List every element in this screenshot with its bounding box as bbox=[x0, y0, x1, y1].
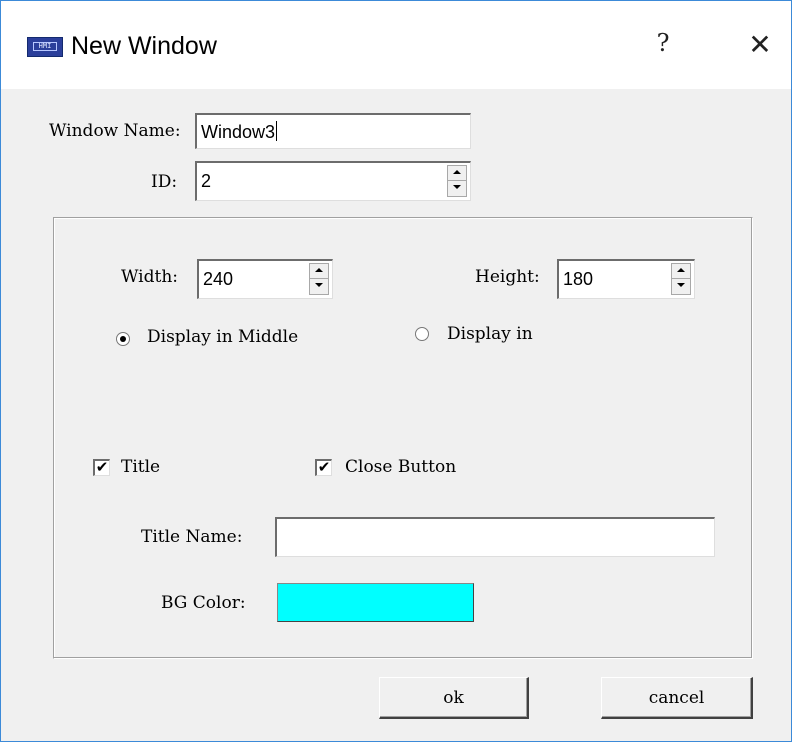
radio-selected-dot bbox=[120, 336, 126, 342]
cancel-button[interactable]: cancel bbox=[601, 677, 753, 719]
width-spin-up-icon[interactable] bbox=[310, 264, 328, 279]
title-name-label: Title Name: bbox=[141, 527, 243, 547]
window-name-value: Window3 bbox=[201, 122, 276, 142]
height-value: 180 bbox=[563, 269, 594, 289]
new-window-dialog: HMI New Window ? ✕ Window Name: Window3 … bbox=[0, 0, 792, 742]
id-spin-up-icon[interactable] bbox=[448, 166, 466, 181]
height-spin-up-icon[interactable] bbox=[672, 264, 690, 279]
bg-color-label: BG Color: bbox=[161, 593, 246, 613]
height-spin-down-icon[interactable] bbox=[672, 279, 690, 294]
id-input[interactable]: 2 bbox=[195, 161, 471, 201]
id-label: ID: bbox=[151, 172, 178, 192]
width-value: 240 bbox=[203, 269, 234, 289]
close-button-checkbox-label[interactable]: Close Button bbox=[345, 457, 456, 477]
id-spin-down-icon[interactable] bbox=[448, 181, 466, 196]
title-checkbox[interactable]: ✔ bbox=[93, 459, 110, 476]
window-title: New Window bbox=[71, 32, 217, 60]
title-bar: HMI New Window ? ✕ bbox=[1, 1, 791, 89]
display-in-radio[interactable] bbox=[415, 327, 429, 341]
title-checkbox-label[interactable]: Title bbox=[121, 457, 160, 477]
window-name-input[interactable]: Window3 bbox=[195, 113, 471, 149]
title-name-input[interactable] bbox=[275, 517, 715, 557]
hmi-app-icon: HMI bbox=[27, 37, 63, 57]
display-in-label[interactable]: Display in bbox=[447, 324, 533, 344]
height-label: Height: bbox=[475, 267, 540, 287]
help-button[interactable]: ? bbox=[651, 29, 675, 63]
bg-color-swatch[interactable] bbox=[277, 583, 474, 622]
height-spinner[interactable] bbox=[671, 263, 691, 295]
width-label: Width: bbox=[121, 267, 179, 287]
window-name-label: Window Name: bbox=[49, 121, 181, 141]
display-middle-label[interactable]: Display in Middle bbox=[147, 327, 298, 347]
display-middle-radio[interactable] bbox=[116, 332, 130, 346]
ok-button[interactable]: ok bbox=[379, 677, 529, 719]
id-value: 2 bbox=[201, 171, 212, 191]
id-spinner[interactable] bbox=[447, 165, 467, 197]
text-caret bbox=[276, 121, 278, 141]
width-spin-down-icon[interactable] bbox=[310, 279, 328, 294]
width-spinner[interactable] bbox=[309, 263, 329, 295]
close-icon[interactable]: ✕ bbox=[743, 27, 777, 63]
close-button-checkbox[interactable]: ✔ bbox=[315, 459, 332, 476]
